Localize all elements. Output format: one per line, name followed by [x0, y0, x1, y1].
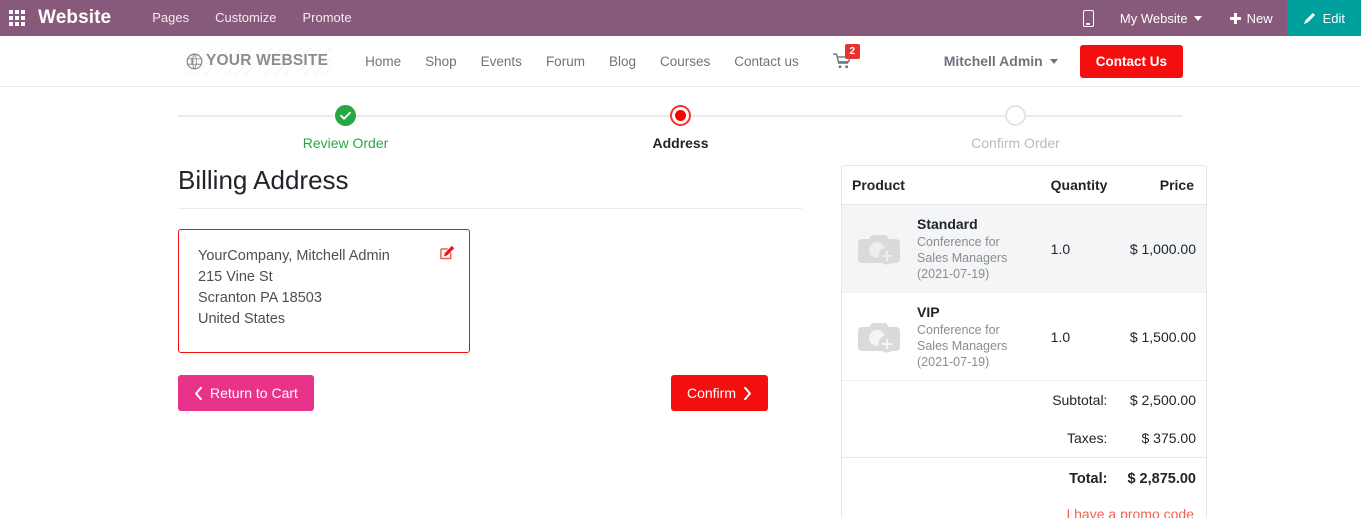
address-line-2: 215 Vine St: [198, 269, 273, 285]
new-button[interactable]: New: [1216, 0, 1287, 36]
edit-button[interactable]: Edit: [1286, 0, 1361, 36]
user-menu-dropdown[interactable]: Mitchell Admin: [944, 53, 1058, 69]
address-line-3: Scranton PA 18503: [198, 290, 322, 306]
odoo-top-navbar: Website Pages Customize Promote My Websi…: [0, 0, 1361, 36]
product-price: $ 1,500.00: [1117, 292, 1206, 381]
subtotal-label: Subtotal:: [1052, 392, 1108, 408]
order-summary-column: Product Quantity Price Standard Conferen…: [841, 165, 1207, 518]
mobile-phone-icon[interactable]: [1071, 0, 1106, 36]
total-value: $ 2,875.00: [1117, 457, 1206, 500]
confirm-button[interactable]: Confirm: [670, 375, 768, 411]
taxes-value: $ 375.00: [1141, 430, 1197, 446]
navbar-left-group: Website Pages Customize Promote: [0, 0, 365, 36]
site-selector-label: My Website: [1119, 10, 1188, 26]
site-nav-blog[interactable]: Blog: [597, 54, 648, 69]
chevron-left-icon: [195, 386, 202, 400]
stepper-label-address: Address: [652, 135, 709, 151]
globe-icon: [186, 53, 203, 69]
product-cell: VIP Conference for Sales Managers (2021-…: [842, 292, 1041, 381]
stepper-step-review-order[interactable]: Review Order: [178, 105, 513, 165]
pencil-icon: [1303, 12, 1315, 24]
billing-address-card[interactable]: YourCompany, Mitchell Admin 215 Vine St …: [178, 229, 470, 353]
column-header-price: Price: [1117, 166, 1206, 205]
total-label: Total:: [1040, 457, 1118, 500]
checkout-actions: Return to Cart Confirm: [178, 375, 768, 411]
site-nav-forum[interactable]: Forum: [534, 54, 597, 69]
empty-circle-icon: [1005, 105, 1026, 126]
taxes-label: Taxes:: [1066, 430, 1108, 446]
site-navigation: Home Shop Events Forum Blog Courses Cont…: [353, 54, 811, 69]
navbar-right-group: My Website New Edit: [1071, 0, 1361, 36]
app-brand-title: Website: [38, 7, 112, 28]
chevron-right-icon: [744, 386, 751, 400]
order-summary-table: Product Quantity Price Standard Conferen…: [842, 166, 1206, 518]
site-logo[interactable]: YOUR WEBSITE: [183, 47, 332, 75]
total-row: Total: $ 2,875.00: [842, 457, 1206, 500]
cart-count-badge: 2: [844, 43, 860, 59]
checkout-stepper: Review Order Address Confirm Order: [178, 105, 1183, 165]
address-line-4: United States: [198, 311, 286, 327]
column-header-product: Product: [842, 166, 1041, 205]
stepper-step-confirm-order[interactable]: Confirm Order: [848, 105, 1183, 165]
billing-column: Billing Address YourCompany, Mitchell Ad…: [178, 165, 802, 411]
image-placeholder-camera-icon: [852, 228, 908, 270]
plus-icon: [1229, 12, 1241, 24]
page-title: Billing Address: [178, 165, 802, 209]
product-name: Standard: [917, 216, 978, 232]
return-to-cart-button[interactable]: Return to Cart: [178, 375, 314, 411]
stepper-label-review-order: Review Order: [302, 135, 389, 151]
stepper-label-confirm-order: Confirm Order: [971, 135, 1060, 151]
table-header-row: Product Quantity Price: [842, 166, 1206, 205]
subtotal-value: $ 2,500.00: [1129, 392, 1196, 408]
navbar-menu: Pages Customize Promote: [139, 0, 364, 36]
order-summary-panel: Product Quantity Price Standard Conferen…: [841, 165, 1207, 518]
navbar-menu-pages[interactable]: Pages: [139, 0, 202, 36]
header-right-group: Mitchell Admin Contact Us: [944, 44, 1361, 78]
product-quantity: 1.0: [1040, 292, 1118, 381]
checkout-page: Review Order Address Confirm Order Billi…: [0, 105, 1361, 518]
subtotal-row: Subtotal: $ 2,500.00: [842, 381, 1206, 420]
navbar-menu-customize[interactable]: Customize: [202, 0, 289, 36]
apps-grid-icon[interactable]: [0, 0, 34, 36]
new-button-label: New: [1246, 10, 1273, 26]
site-nav-events[interactable]: Events: [469, 54, 534, 69]
column-header-quantity: Quantity: [1040, 166, 1118, 205]
product-cell: Standard Conference for Sales Managers (…: [842, 204, 1041, 293]
site-nav-contact-us[interactable]: Contact us: [722, 54, 811, 69]
website-header: YOUR WEBSITE Home Shop Events Forum Blog…: [0, 36, 1361, 87]
image-placeholder-camera-icon: [852, 316, 908, 358]
product-quantity: 1.0: [1040, 204, 1118, 293]
edit-button-label: Edit: [1322, 10, 1345, 26]
product-description: Conference for Sales Managers (2021-07-1…: [917, 235, 1008, 281]
return-to-cart-label: Return to Cart: [210, 385, 298, 401]
table-row: Standard Conference for Sales Managers (…: [842, 204, 1206, 293]
taxes-row: Taxes: $ 375.00: [842, 419, 1206, 458]
confirm-label: Confirm: [686, 385, 736, 401]
table-row: VIP Conference for Sales Managers (2021-…: [842, 292, 1206, 381]
promo-row: I have a promo code: [842, 500, 1206, 518]
user-menu-label: Mitchell Admin: [943, 53, 1043, 69]
product-price: $ 1,000.00: [1117, 204, 1206, 293]
stepper-step-address[interactable]: Address: [513, 105, 848, 165]
navbar-menu-promote[interactable]: Promote: [290, 0, 365, 36]
edit-address-button[interactable]: [440, 245, 455, 260]
promo-code-link[interactable]: I have a promo code: [1066, 506, 1194, 518]
contact-us-button[interactable]: Contact Us: [1079, 44, 1183, 78]
active-step-dot-icon: [670, 105, 691, 126]
edit-pencil-square-icon: [440, 245, 455, 260]
product-description: Conference for Sales Managers (2021-07-1…: [917, 323, 1008, 369]
site-nav-shop[interactable]: Shop: [413, 54, 469, 69]
site-selector-dropdown[interactable]: My Website: [1106, 0, 1216, 36]
site-nav-home[interactable]: Home: [353, 54, 413, 69]
check-circle-icon: [335, 105, 356, 126]
product-name: VIP: [917, 304, 940, 320]
site-nav-courses[interactable]: Courses: [648, 54, 722, 69]
checkout-columns: Billing Address YourCompany, Mitchell Ad…: [178, 165, 1207, 518]
chevron-down-icon: [1049, 58, 1058, 64]
cart-button[interactable]: 2: [832, 43, 860, 70]
chevron-down-icon: [1193, 15, 1202, 21]
address-line-1: YourCompany, Mitchell Admin: [198, 248, 390, 264]
site-logo-text: YOUR WEBSITE: [206, 52, 329, 69]
